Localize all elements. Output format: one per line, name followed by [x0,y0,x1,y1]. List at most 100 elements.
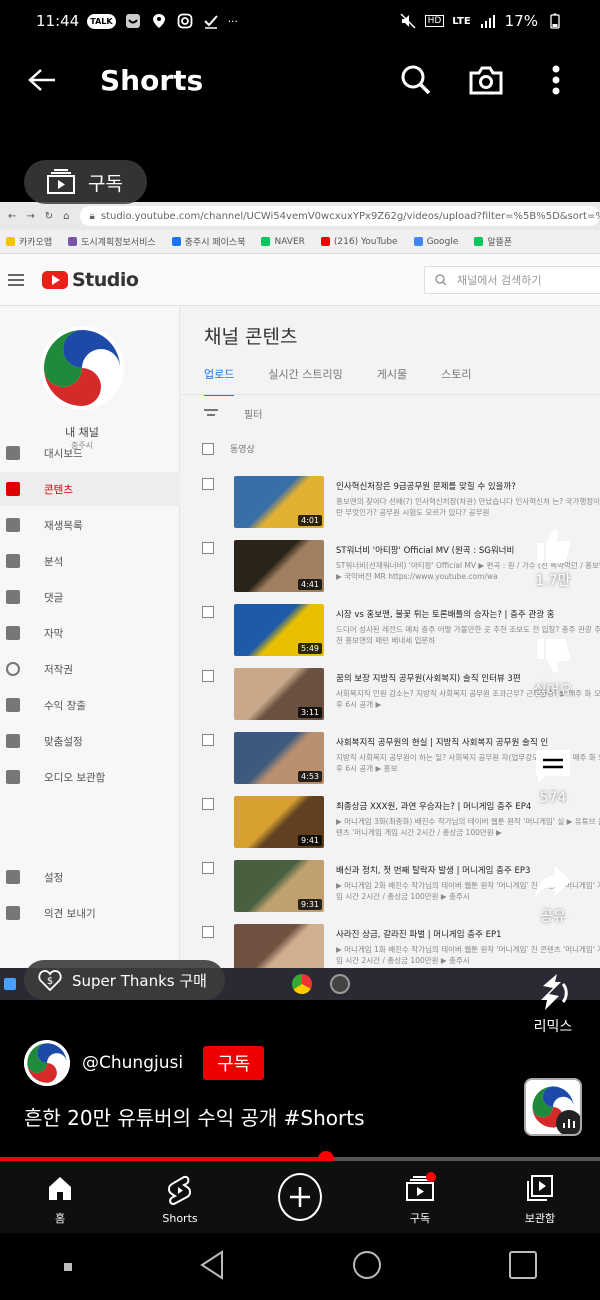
bookmark-item: (216) YouTube [320,236,398,247]
studio-nav-label: 저작권 [44,663,73,676]
bookmark-item: Google [413,237,458,247]
studio-nav-label: 자막 [44,627,64,640]
studio-nav-item: 수익 창출 [0,688,180,722]
system-navigation [0,1233,600,1300]
top-app-bar: Shorts [0,48,600,112]
row-checkbox [202,478,214,490]
video-title: 사라진 상금, 갈라진 파벌 | 머니게임 충주 EP1 [336,930,502,940]
back-arrow-icon: ← [8,210,17,222]
system-overview-button[interactable] [508,1250,538,1284]
studio-header: Studio 채널에서 검색하기 [0,254,600,306]
remix-button[interactable]: 리믹스 [508,970,598,1036]
bookmark-item: 카카오맵 [6,235,52,248]
bookmark-item: 도시계획정보서비스 [68,235,156,248]
bookmark-label: 충주시 페이스북 [184,238,246,248]
channel-handle[interactable]: @Chungjusi [82,1053,183,1073]
new-content-dot [426,1172,436,1182]
status-more: ··· [227,14,239,28]
audio-library-icon [6,770,20,784]
super-thanks-chip[interactable]: $ Super Thanks 구매 [24,960,225,1000]
share-label: 공유 [540,909,566,925]
nav-label: 홈 [54,1212,66,1225]
nav-home[interactable]: 홈 [15,1168,105,1226]
instagram-icon [176,12,194,30]
video-duration: 9:31 [298,899,322,910]
more-options-button[interactable] [534,58,578,102]
video-thumbnail: 4:53 [234,732,324,784]
dislike-label: 싫어요 [533,683,573,699]
home-icon [38,1168,82,1208]
analytics-icon [6,554,20,568]
signal-icon [479,12,497,30]
comments-button[interactable]: 574 [508,744,598,806]
share-button[interactable]: 공유 [508,860,598,926]
video-thumbnail: 9:31 [234,860,324,912]
bookmark-item: 충주시 페이스북 [171,235,246,248]
video-text: 인사혁신처장은 9급공무원 문제를 맞힐 수 있을까? 홍보맨의 찾아다 선배(?… [336,480,600,518]
nav-subscriptions[interactable]: 구독 [375,1168,465,1226]
nav-library[interactable]: 보관함 [495,1168,585,1226]
system-home-button[interactable] [351,1249,383,1285]
bookmark-favicon-icon [261,237,271,246]
location-icon [150,12,168,30]
channel-avatar[interactable] [24,1040,70,1086]
subscribe-button[interactable]: 구독 [203,1046,265,1080]
create-icon [278,1173,322,1221]
bookmark-favicon-icon [474,237,484,246]
video-thumbnail: 3:11 [234,668,324,720]
hd-icon: HD [424,15,445,27]
bookmark-favicon-icon [6,237,15,246]
nav-label: 보관함 [524,1212,556,1225]
bookmark-favicon-icon [413,237,423,246]
nav-shorts[interactable]: Shorts [135,1170,225,1225]
system-back-button[interactable] [198,1249,226,1285]
thumbs-down-icon [537,639,571,673]
recent-apps-button[interactable] [63,1257,73,1276]
video-description: ▶ 머니게임 3화(최종화) 배진수 작가님의 테이버 웹툰 원작 '머니게임'… [336,817,600,837]
battery-percent: 17% [504,12,538,30]
nav-create[interactable] [255,1173,345,1221]
like-button[interactable]: 1.7만 [508,524,598,590]
select-all-checkbox [202,442,214,455]
row-checkbox [202,542,214,554]
mute-icon [399,12,417,30]
bookmark-favicon-icon [171,237,181,246]
studio-tab: 실시간 스트리밍 [268,368,343,381]
studio-nav-label: 수익 창출 [44,699,86,712]
audio-bars-icon [556,1110,580,1134]
search-button[interactable] [394,58,438,102]
studio-nav-item: 대시보드 [0,436,180,470]
search-icon [435,274,447,286]
comment-icon [536,750,570,783]
bookmark-label: (216) YouTube [333,236,398,247]
content-icon [6,482,20,496]
back-button[interactable] [22,60,62,100]
channel-logo-icon [40,326,124,410]
short-title[interactable]: 흔한 20만 유튜버의 수익 공개 #Shorts [24,1102,365,1131]
sound-button[interactable] [524,1078,582,1136]
studio-sidebar: 내 채널 충주시 대시보드 콘텐츠 재생목록 분석 댓글 자막 저작권 수익 창출 맞춤설정 오디… [0,306,180,1000]
video-title: 인사혁신처장은 9급공무원 문제를 맞힐 수 있을까? [336,482,516,492]
video-duration: 9:41 [298,835,322,846]
thumbs-up-icon [537,529,571,563]
video-thumbnail: 5:49 [234,604,324,656]
feedback-icon [6,906,20,920]
video-thumbnail: 4:01 [234,476,324,528]
bookmark-label: 도시계획정보서비스 [81,238,156,248]
video-duration: 4:01 [298,515,322,526]
dislike-button[interactable]: 싫어요 [508,634,598,700]
camera-button[interactable] [464,58,508,102]
studio-nav-item: 재생목록 [0,508,180,542]
studio-tab: 게시물 [376,368,408,381]
studio-tab: 스토리 [441,368,472,381]
studio-nav-label: 설정 [44,871,64,884]
subscriptions-chip[interactable]: 구독 [24,160,147,204]
reload-icon: ↻ [44,210,54,222]
bookmark-item: 알뜰폰 [474,235,512,248]
video-thumbnail: 4:41 [234,540,324,592]
table-header: 동영상 [202,442,255,455]
nav-label: 구독 [409,1212,431,1225]
status-right: HD LTE 17% [399,12,564,30]
row-checkbox [202,670,214,682]
customization-icon [6,734,20,748]
